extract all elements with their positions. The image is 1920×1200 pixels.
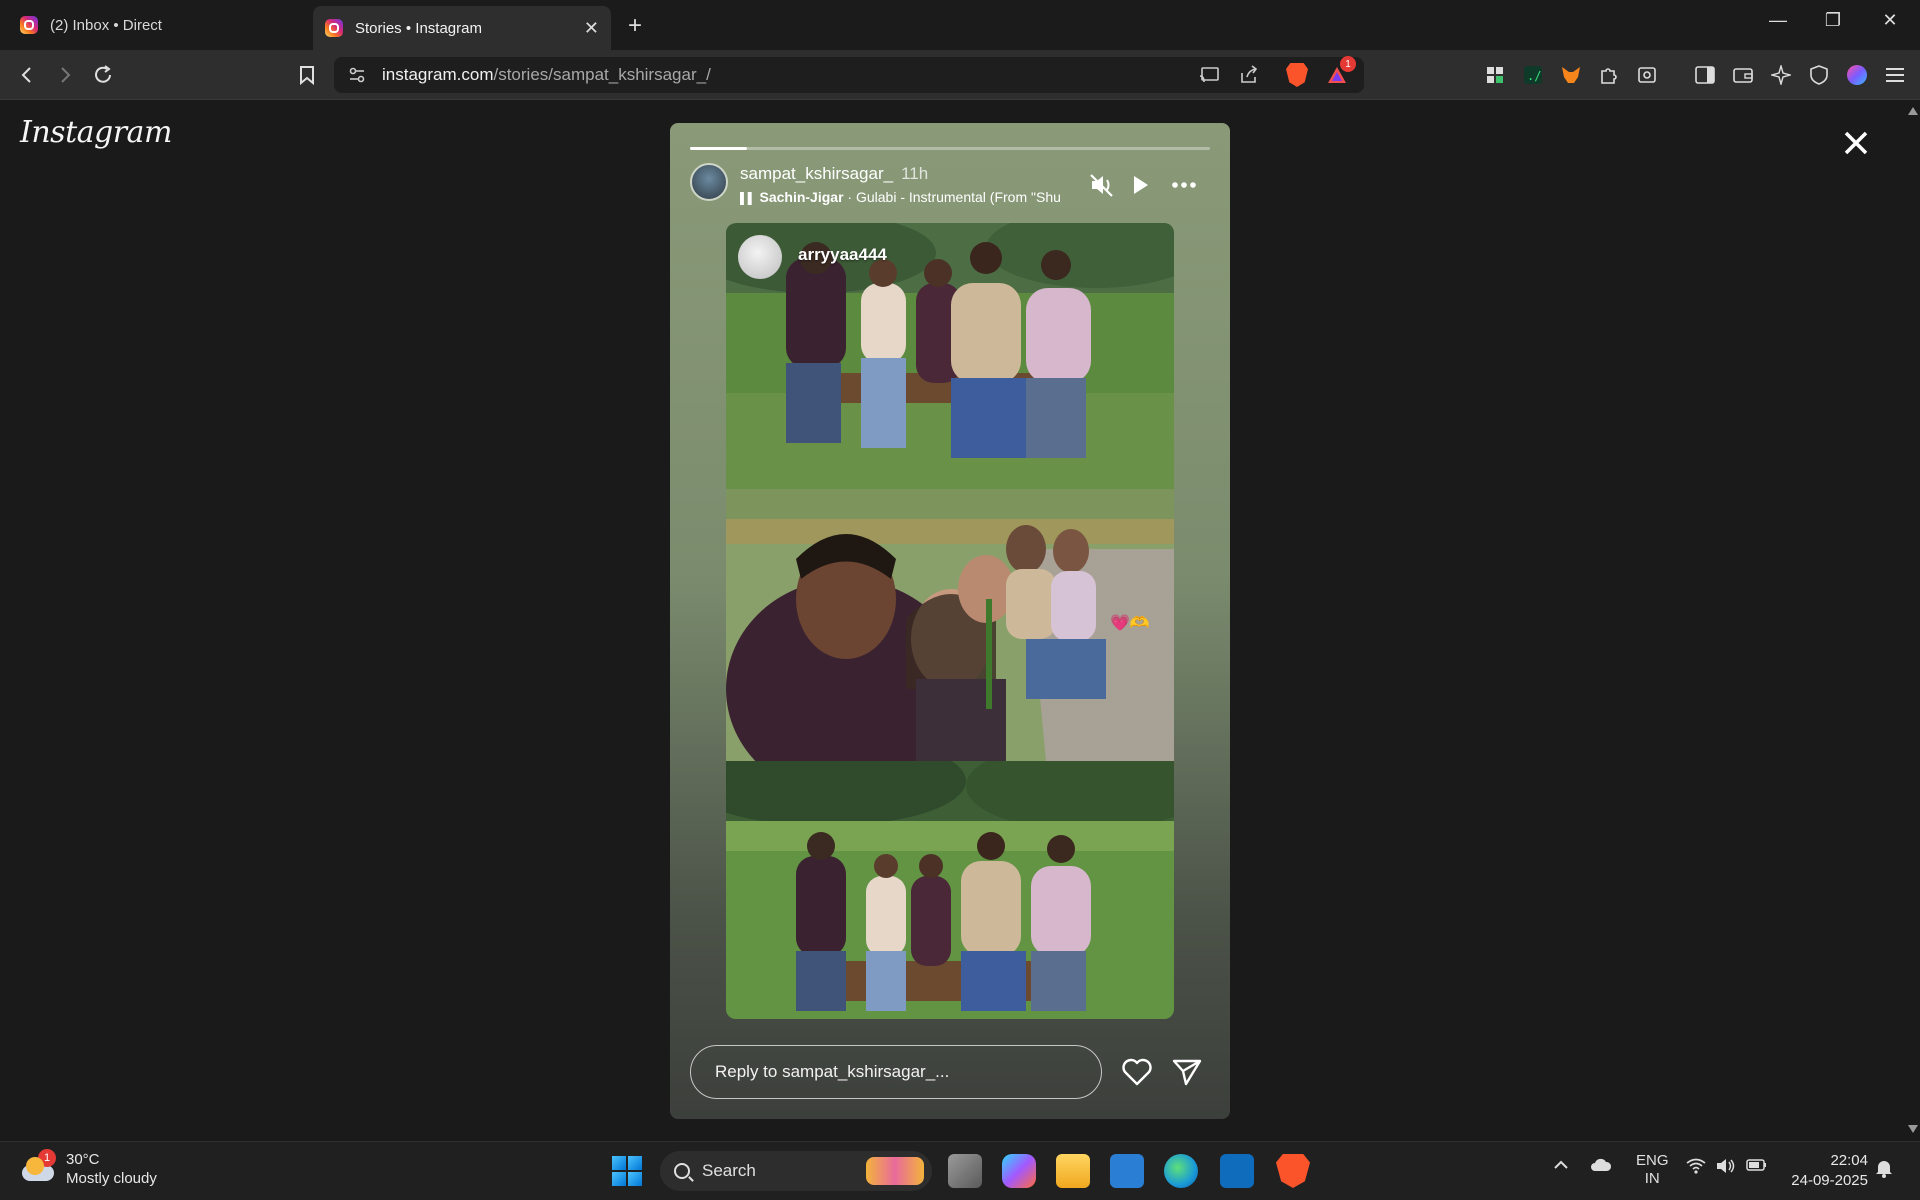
repost-avatar[interactable] — [738, 235, 782, 279]
restore-button[interactable]: ❐ — [1813, 10, 1853, 31]
search-highlight-icon — [866, 1157, 924, 1185]
brave-rewards-icon[interactable]: 1 — [1324, 56, 1356, 88]
notification-bell-icon[interactable] — [1874, 1158, 1894, 1182]
story-photo-2: 💗🫶 — [726, 489, 1174, 761]
story-progress-bar — [690, 147, 1210, 150]
extensions-puzzle-icon[interactable] — [1596, 62, 1622, 88]
lang-line1: ENG — [1636, 1152, 1669, 1169]
svg-text:./: ./ — [1527, 69, 1541, 83]
copilot-icon[interactable] — [1002, 1154, 1036, 1188]
song-title: Gulabi - Instrumental (From "Shu — [855, 189, 1061, 205]
close-stories-icon[interactable] — [1838, 125, 1874, 161]
extension-grid-icon[interactable] — [1482, 62, 1508, 88]
cast-icon[interactable] — [1196, 62, 1222, 88]
scroll-up-icon[interactable] — [1908, 107, 1918, 115]
muted-speaker-icon[interactable] — [1088, 171, 1116, 199]
reload-icon[interactable] — [90, 62, 116, 88]
story-music[interactable]: ▌▌ Sachin-Jigar · Gulabi - Instrumental … — [740, 189, 1070, 205]
story-header: sampat_kshirsagar_ 11h — [740, 164, 928, 184]
bookmark-icon[interactable] — [294, 62, 320, 88]
edge-icon[interactable] — [1164, 1154, 1198, 1188]
battery-icon[interactable] — [1746, 1158, 1768, 1176]
menu-icon[interactable] — [1882, 62, 1908, 88]
show-hidden-icons-icon[interactable] — [1552, 1156, 1570, 1178]
metamask-fox-icon[interactable] — [1558, 62, 1584, 88]
windows-start-icon[interactable] — [612, 1156, 642, 1186]
taskbar-search[interactable]: Search — [660, 1151, 932, 1191]
story-username[interactable]: sampat_kshirsagar_ — [740, 164, 893, 183]
clock-date: 24-09-2025 — [1791, 1172, 1868, 1189]
site-settings-icon[interactable] — [344, 62, 370, 88]
language-indicator[interactable]: ENG IN — [1636, 1152, 1669, 1188]
profile-avatar-icon[interactable] — [1844, 62, 1870, 88]
instagram-favicon-icon — [20, 16, 38, 34]
close-window-button[interactable]: ✕ — [1870, 10, 1910, 31]
instagram-favicon-icon — [325, 19, 343, 37]
more-options-icon[interactable] — [1170, 171, 1198, 199]
tab-label: Stories • Instagram — [355, 19, 482, 37]
brave-shields-icon[interactable] — [1284, 62, 1310, 88]
music-bars-icon: ▌▌ — [740, 193, 756, 205]
file-explorer-icon[interactable] — [1056, 1154, 1090, 1188]
reply-input[interactable]: Reply to sampat_kshirsagar_... — [690, 1045, 1102, 1099]
url-text: instagram.com/stories/sampat_kshirsagar_… — [382, 65, 711, 84]
leo-ai-icon[interactable] — [1768, 62, 1794, 88]
play-icon[interactable] — [1126, 171, 1154, 199]
search-label: Search — [702, 1161, 756, 1180]
clock-time: 22:04 — [1830, 1152, 1868, 1169]
share-icon[interactable] — [1236, 62, 1262, 88]
forward-icon[interactable] — [52, 62, 78, 88]
song-artist: Sachin-Jigar — [759, 189, 844, 205]
tab-label: (2) Inbox • Direct — [50, 16, 162, 34]
back-icon[interactable] — [14, 62, 40, 88]
system-clock[interactable]: 22:04 24-09-2025 — [1788, 1151, 1868, 1191]
partly-cloudy-icon: 1 — [22, 1149, 56, 1181]
avatar[interactable] — [690, 163, 728, 201]
weather-desc: Mostly cloudy — [66, 1170, 157, 1187]
heart-sticker: 💗🫶 — [1110, 615, 1150, 632]
search-icon — [674, 1163, 690, 1179]
tab-stories[interactable]: Stories • Instagram ✕ — [313, 6, 611, 50]
story-photo-1: arryyaa444 — [726, 223, 1174, 489]
rewards-badge: 1 — [1340, 56, 1356, 72]
onedrive-icon[interactable] — [1590, 1158, 1612, 1176]
windows-taskbar: 1 30°C Mostly cloudy Search ENG IN 22:04… — [0, 1141, 1920, 1200]
story-photo-3 — [726, 761, 1174, 1019]
scroll-down-icon[interactable] — [1908, 1125, 1918, 1133]
tab-close-icon[interactable]: ✕ — [584, 18, 599, 39]
wifi-icon[interactable] — [1686, 1158, 1706, 1178]
wallet-icon[interactable] — [1730, 62, 1756, 88]
browser-toolbar: instagram.com/stories/sampat_kshirsagar_… — [0, 50, 1920, 100]
reply-placeholder: Reply to sampat_kshirsagar_... — [715, 1062, 950, 1081]
weather-temp: 30°C — [66, 1151, 100, 1168]
weather-badge: 1 — [38, 1149, 56, 1167]
weather-widget[interactable]: 1 30°C Mostly cloudy — [22, 1149, 157, 1188]
address-bar[interactable]: instagram.com/stories/sampat_kshirsagar_… — [334, 56, 1364, 93]
song-separator: · — [843, 189, 856, 205]
lang-line2: IN — [1644, 1170, 1660, 1187]
reader-mode-icon[interactable] — [1634, 62, 1660, 88]
vpn-shield-icon[interactable] — [1806, 62, 1832, 88]
outlook-icon[interactable] — [1220, 1154, 1254, 1188]
heart-icon[interactable] — [1120, 1055, 1154, 1089]
story-viewer[interactable]: sampat_kshirsagar_ 11h ▌▌ Sachin-Jigar · … — [670, 123, 1230, 1119]
repost-username[interactable]: arryyaa444 — [798, 245, 887, 265]
microsoft-store-icon[interactable] — [1110, 1154, 1144, 1188]
instagram-logo[interactable]: Instagram — [20, 115, 172, 150]
stories-page: Instagram sampat_kshirsagar_ 11h ▌▌ Sachi… — [0, 101, 1905, 1141]
tab-strip: (2) Inbox • Direct Stories • Instagram ✕… — [0, 0, 1920, 50]
task-view-icon[interactable] — [948, 1154, 982, 1188]
volume-icon[interactable] — [1716, 1158, 1736, 1178]
brave-taskbar-icon[interactable] — [1276, 1154, 1310, 1188]
story-progress-fill — [690, 147, 748, 150]
page-scrollbar[interactable] — [1905, 101, 1920, 1141]
sidebar-icon[interactable] — [1692, 62, 1718, 88]
send-icon[interactable] — [1170, 1055, 1204, 1089]
story-time: 11h — [901, 164, 929, 183]
tab-inbox[interactable]: (2) Inbox • Direct — [8, 8, 308, 42]
new-tab-button[interactable]: + — [628, 12, 642, 40]
extension-terminal-icon[interactable]: ./ — [1520, 62, 1546, 88]
minimize-button[interactable]: — — [1758, 10, 1798, 31]
